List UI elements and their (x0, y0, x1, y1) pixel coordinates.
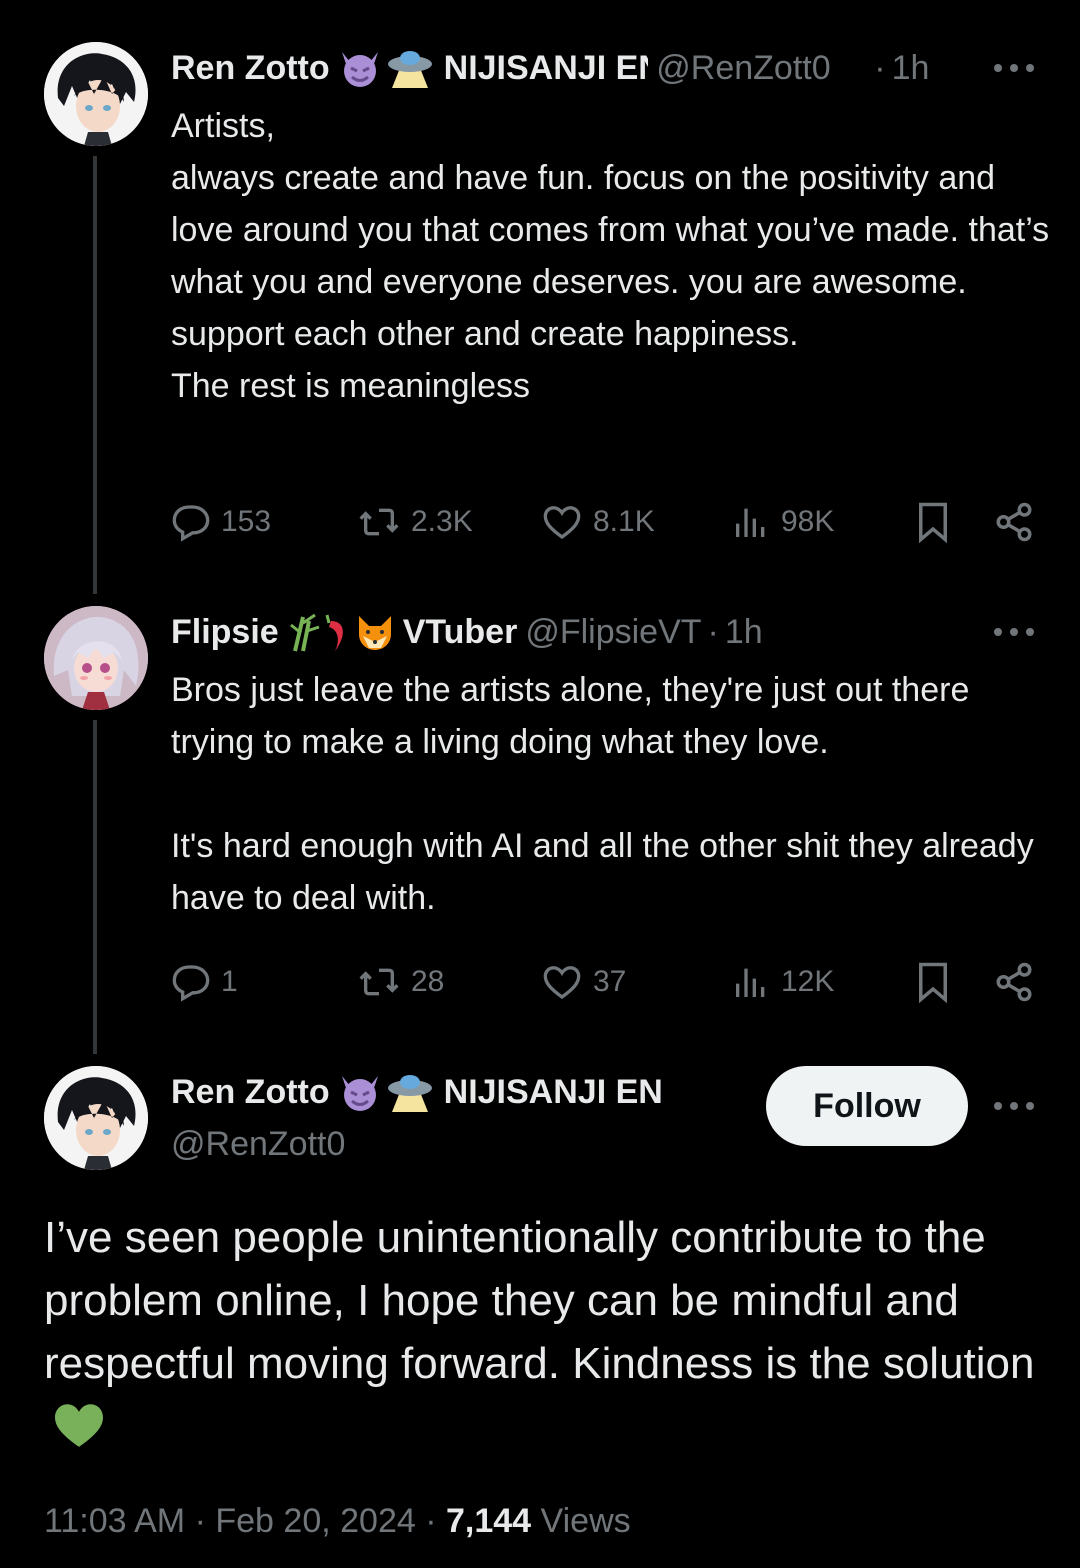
views-label: Views (540, 1502, 631, 1540)
bookmark-button[interactable] (915, 496, 961, 548)
views-icon (736, 968, 765, 997)
separator-dot: · (194, 1502, 216, 1540)
follow-button[interactable]: Follow (766, 1066, 968, 1146)
avatar[interactable] (44, 42, 148, 146)
bookmark-icon (919, 502, 947, 543)
truncated-char: N (638, 49, 648, 88)
chili-emoji-icon (323, 611, 353, 653)
thread-connector (93, 720, 97, 1054)
share-button[interactable] (993, 496, 1045, 548)
reply-icon (172, 505, 210, 542)
separator-dot: · (425, 1502, 446, 1540)
display-name[interactable]: Ren Zotto (171, 1073, 330, 1112)
display-name[interactable]: Ren Zotto (171, 49, 330, 88)
separator-dot: · (707, 612, 719, 651)
tweet-text: Artists, always create and have fun. foc… (171, 107, 1050, 405)
views-button[interactable]: 98K (731, 496, 834, 548)
like-button[interactable]: 37 (541, 956, 626, 1008)
like-count: 8.1K (593, 505, 655, 538)
like-icon (543, 506, 581, 540)
post-time[interactable]: 11:03 AM (44, 1502, 185, 1540)
timestamp[interactable]: 1h (892, 49, 930, 88)
avatar[interactable] (44, 606, 148, 710)
affiliation-label: VTuber (402, 612, 518, 651)
devil-emoji-icon (338, 48, 382, 88)
like-count: 37 (593, 965, 627, 998)
views-count: 12K (781, 965, 835, 998)
main-handle-row: @RenZott0 (171, 1116, 345, 1172)
ufo-emoji-icon (384, 1070, 436, 1114)
tweet-actions: 1 28 37 12K (171, 956, 1051, 1008)
views-icon (736, 508, 765, 537)
views-button[interactable]: 12K (731, 956, 834, 1008)
reply-icon (172, 965, 210, 1002)
more-icon[interactable] (994, 1096, 1034, 1116)
avatar[interactable] (44, 1066, 148, 1170)
tweet-header: Flipsie VTuber @FlipsieVT · 1h (171, 604, 763, 660)
bookmark-button[interactable] (915, 956, 961, 1008)
reply-button[interactable]: 1 (171, 956, 238, 1008)
reply-count: 1 (221, 965, 238, 998)
separator-dot: · (874, 48, 886, 87)
timestamp[interactable]: 1h (725, 613, 763, 652)
affiliation-label: NIJISANJI E (443, 48, 639, 87)
tweet-text: Bros just leave the artists alone, they'… (171, 671, 1034, 917)
bamboo-emoji-icon (287, 611, 323, 653)
more-icon[interactable] (994, 58, 1034, 78)
main-tweet-body: I’ve seen people unintentionally contrib… (44, 1213, 1035, 1388)
fox-emoji-icon (355, 612, 395, 652)
tweet-header: Ren Zotto NIJISANJI EN @RenZott0 · 1h (171, 40, 929, 96)
repost-count: 28 (411, 965, 445, 998)
tweet-meta: 11:03 AM · Feb 20, 2024 · 7,144 Views (44, 1502, 631, 1541)
handle[interactable]: @RenZott0 (171, 1125, 345, 1164)
repost-count: 2.3K (411, 505, 473, 538)
reply-button[interactable]: 153 (171, 496, 271, 548)
repost-button[interactable]: 28 (357, 956, 444, 1008)
more-icon[interactable] (994, 622, 1034, 642)
repost-button[interactable]: 2.3K (357, 496, 473, 548)
repost-icon (359, 968, 399, 996)
devil-emoji-icon (338, 1072, 382, 1112)
main-tweet-text: I’ve seen people unintentionally contrib… (44, 1206, 1044, 1466)
main-header: Ren Zotto NIJISANJI EN (171, 1064, 663, 1120)
share-icon (996, 502, 1032, 542)
repost-icon (359, 508, 399, 536)
display-name[interactable]: Flipsie (171, 613, 279, 652)
post-date[interactable]: Feb 20, 2024 (215, 1502, 415, 1540)
share-button[interactable] (993, 956, 1045, 1008)
thread-connector (93, 156, 97, 594)
views-count: 7,144 (446, 1502, 532, 1540)
like-button[interactable]: 8.1K (541, 496, 655, 548)
views-count: 98K (781, 505, 835, 538)
handle[interactable]: @FlipsieVT (525, 613, 701, 652)
share-icon (996, 962, 1032, 1002)
green-heart-emoji-icon (52, 1401, 106, 1466)
affiliation-label: NIJISANJI EN (443, 1072, 663, 1111)
tweet-actions: 153 2.3K 8.1K 98K (171, 496, 1051, 548)
ufo-emoji-icon (384, 46, 436, 90)
bookmark-icon (919, 962, 947, 1003)
handle[interactable]: @RenZott0 (656, 49, 868, 88)
reply-count: 153 (221, 505, 272, 538)
like-icon (543, 966, 581, 1000)
